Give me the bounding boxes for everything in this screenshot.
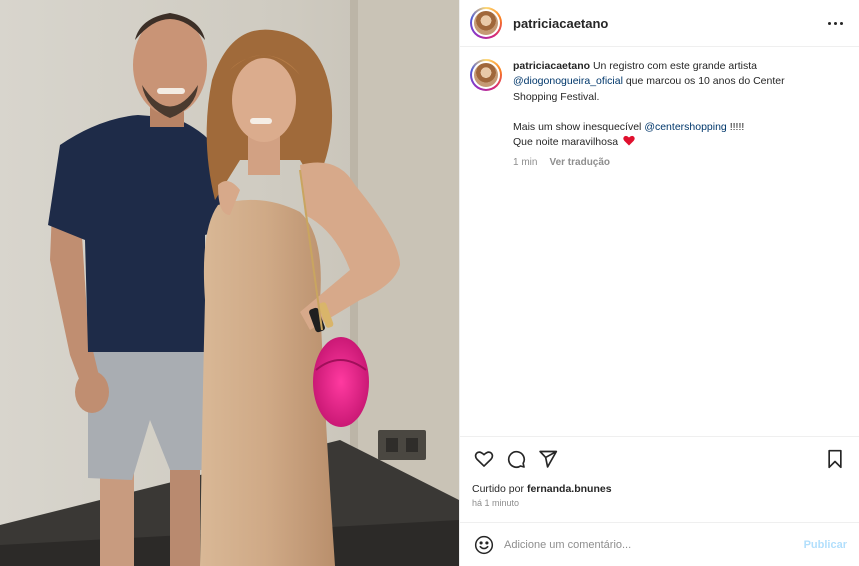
- emoji-icon[interactable]: [472, 533, 496, 557]
- photo-image: [0, 0, 459, 566]
- more-dot: [833, 21, 837, 25]
- comment-input[interactable]: [504, 538, 804, 551]
- post-dialog: patriciacaetano patriciacaetano Un regis…: [0, 0, 859, 566]
- avatar-image: [474, 63, 498, 87]
- post-actions: [460, 436, 859, 480]
- add-comment-bar: Publicar: [460, 522, 859, 566]
- avatar-ring: [472, 9, 500, 37]
- liked-by-user[interactable]: fernanda.bnunes: [527, 483, 612, 495]
- author-avatar[interactable]: [470, 7, 502, 39]
- post-header: patriciacaetano: [460, 0, 859, 47]
- caption-text-1: Un registro com este grande artista: [592, 60, 757, 72]
- caption-username[interactable]: patriciacaetano: [513, 60, 590, 72]
- more-dot: [839, 21, 843, 25]
- mention-diogonogueira[interactable]: @diogonogueira_oficial: [513, 75, 623, 87]
- caption-text: patriciacaetano Un registro com este gra…: [513, 59, 813, 151]
- red-heart-emoji-icon: [623, 136, 635, 146]
- likes-prefix: Curtido por: [472, 483, 524, 495]
- caption-meta: 1 min Ver tradução: [513, 155, 813, 170]
- avatar-image: [474, 11, 498, 35]
- caption-text-4: !!!!!: [729, 121, 745, 134]
- share-icon[interactable]: [536, 447, 560, 471]
- caption-time[interactable]: 1 min: [513, 155, 537, 170]
- more-horizontal-icon[interactable]: [823, 11, 847, 35]
- author-username[interactable]: patriciacaetano: [513, 16, 608, 31]
- mention-centershopping[interactable]: @centershopping: [644, 121, 726, 133]
- see-translation-link[interactable]: Ver tradução: [549, 155, 610, 170]
- more-dot: [827, 21, 831, 25]
- caption-avatar[interactable]: [470, 59, 502, 91]
- caption-text-3: Mais um show inesquecível: [513, 121, 642, 134]
- comments-area: patriciacaetano Un registro com este gra…: [460, 47, 859, 436]
- bookmark-icon[interactable]: [823, 447, 847, 471]
- likes-line: Curtido por fernanda.bnunes: [460, 480, 859, 498]
- caption-text-5: Que noite maravilhosa: [513, 136, 619, 149]
- comment-icon[interactable]: [504, 447, 528, 471]
- post-side-panel: patriciacaetano patriciacaetano Un regis…: [459, 0, 859, 566]
- post-timestamp[interactable]: há 1 minuto: [460, 498, 859, 512]
- avatar-ring: [472, 61, 500, 89]
- post-photo[interactable]: [0, 0, 459, 566]
- caption-body: patriciacaetano Un registro com este gra…: [513, 59, 813, 170]
- caption: patriciacaetano Un registro com este gra…: [470, 59, 845, 170]
- publish-button[interactable]: Publicar: [804, 539, 847, 551]
- heart-icon[interactable]: [472, 447, 496, 471]
